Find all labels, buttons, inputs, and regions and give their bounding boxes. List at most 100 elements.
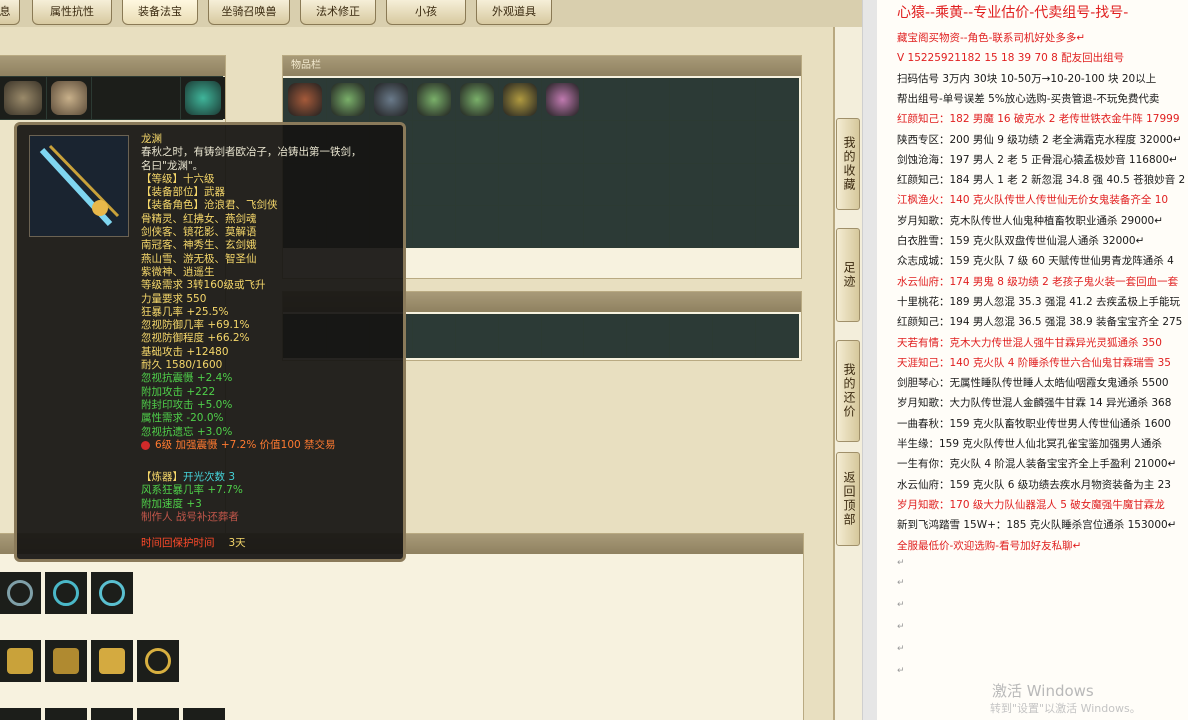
- accessory-slot[interactable]: [137, 640, 179, 682]
- my-bargain-button[interactable]: 我的还价: [836, 340, 860, 442]
- inventory-slot[interactable]: [670, 163, 713, 205]
- storage-slot[interactable]: [627, 315, 670, 357]
- accessory-slot[interactable]: [91, 640, 133, 682]
- accessory-slot[interactable]: [137, 708, 179, 720]
- inventory-slot[interactable]: [713, 121, 756, 163]
- equip-slot[interactable]: [181, 77, 225, 119]
- doc-line: 水云仙府：174 男鬼 8 级功绩 2 老孩子鬼火装一套回血一套: [897, 275, 1179, 288]
- storage-slot[interactable]: [498, 315, 541, 357]
- tab-spells[interactable]: 法术修正: [300, 0, 376, 25]
- equip-slot[interactable]: [0, 77, 46, 119]
- accessory-slot[interactable]: [0, 640, 41, 682]
- footprint-button[interactable]: 足迹: [836, 228, 860, 322]
- tab-bar: 息 属性抗性 装备法宝 坐骑召唤兽 法术修正 小孩 外观道具: [0, 0, 862, 27]
- inventory-slot[interactable]: [412, 163, 455, 205]
- doc-line: 水云仙府：159 克火队 6 级功绩去疾水月物资装备为主 23: [897, 478, 1171, 491]
- inventory-slot[interactable]: [498, 79, 541, 121]
- item-roles: 燕山雪、游无极、智圣仙: [141, 252, 257, 265]
- tab-mounts[interactable]: 坐骑召唤兽: [208, 0, 290, 25]
- inventory-slot[interactable]: [412, 79, 455, 121]
- inventory-slot[interactable]: [584, 121, 627, 163]
- accessory-slot[interactable]: [45, 572, 87, 614]
- inventory-slot[interactable]: [498, 205, 541, 247]
- inventory-slot[interactable]: [455, 205, 498, 247]
- storage-slot[interactable]: [541, 315, 584, 357]
- inventory-slot[interactable]: [756, 163, 798, 205]
- game-window: 息 属性抗性 装备法宝 坐骑召唤兽 法术修正 小孩 外观道具 物品栏 龙渊 春秋…: [0, 0, 862, 720]
- inventory-slot[interactable]: [627, 205, 670, 247]
- doc-line: 岁月知歌：170 级大力队仙器混人 5 破女魔强牛魔甘霖龙: [897, 498, 1165, 511]
- inventory-slot[interactable]: [627, 79, 670, 121]
- inventory-slot[interactable]: [498, 163, 541, 205]
- inventory-slot[interactable]: [756, 121, 798, 163]
- inventory-slot[interactable]: [627, 121, 670, 163]
- tab-equipment[interactable]: 装备法宝: [122, 0, 198, 25]
- inventory-slot[interactable]: [584, 79, 627, 121]
- item-icon: [288, 83, 322, 117]
- doc-line: 新到飞鸿踏雪 15W+：185 克火队睡杀宫位通杀 153000↵: [897, 519, 1177, 532]
- inventory-slot[interactable]: [756, 79, 798, 121]
- storage-slot[interactable]: [412, 315, 455, 357]
- item-stat: 附封印攻击 +5.0%: [141, 398, 233, 411]
- inventory-slot[interactable]: [713, 79, 756, 121]
- inventory-slot[interactable]: [498, 121, 541, 163]
- activation-watermark-sub: 转到"设置"以激活 Windows。: [990, 702, 1141, 715]
- inventory-slot[interactable]: [584, 205, 627, 247]
- item-roles: 【装备角色】沧浪君、飞剑侠: [141, 199, 278, 212]
- accessory-slot[interactable]: [0, 708, 41, 720]
- inventory-slot[interactable]: [670, 205, 713, 247]
- tab-appearance[interactable]: 外观道具: [476, 0, 552, 25]
- inventory-slot[interactable]: [455, 163, 498, 205]
- item-str-req: 力量要求 550: [141, 292, 207, 305]
- back-to-top-button[interactable]: 返回顶部: [836, 452, 860, 546]
- doc-line: 白衣胜雪：159 克火队双盘传世仙混人通杀 32000↵: [897, 235, 1145, 247]
- empty-paragraph: ↵: [897, 600, 905, 610]
- my-favorites-button[interactable]: 我的收藏: [836, 118, 860, 210]
- refine-count: 开光次数 3: [183, 471, 236, 483]
- inventory-slot[interactable]: [584, 163, 627, 205]
- doc-line: 帮出组号-单号误差 5%放心选购-买贵管退-不玩免费代卖: [897, 92, 1160, 105]
- accessory-slot[interactable]: [45, 640, 87, 682]
- inventory-slot[interactable]: [670, 121, 713, 163]
- doc-title: 心猿--乘黄--专业估价-代卖组号-找号-: [897, 5, 1129, 21]
- inventory-slot[interactable]: [541, 163, 584, 205]
- inventory-slot[interactable]: [627, 163, 670, 205]
- doc-line: 剑胆琴心：无属性睡队传世睡人太皓仙咽霞女鬼通杀 5500: [897, 377, 1169, 390]
- storage-slot[interactable]: [756, 315, 798, 357]
- tab-info[interactable]: 息: [0, 0, 20, 25]
- item-stat: 狂暴几率 +25.5%: [141, 305, 229, 318]
- inventory-slot[interactable]: [713, 163, 756, 205]
- inventory-slot[interactable]: [670, 79, 713, 121]
- inventory-slot[interactable]: [412, 205, 455, 247]
- inventory-slot[interactable]: [756, 205, 798, 247]
- inventory-slot[interactable]: [326, 79, 369, 121]
- doc-line: 剑蚀沧海：197 男人 2 老 5 正骨混心猿孟极妙音 116800↵: [897, 153, 1178, 166]
- refine-stat: 风系狂暴几率 +7.7%: [141, 484, 243, 497]
- accessory-slot[interactable]: [45, 708, 87, 720]
- storage-slot[interactable]: [584, 315, 627, 357]
- inventory-slot[interactable]: [284, 79, 326, 121]
- inventory-slot[interactable]: [541, 205, 584, 247]
- tab-children[interactable]: 小孩: [386, 0, 466, 25]
- equip-slot[interactable]: [47, 77, 91, 119]
- storage-slot[interactable]: [713, 315, 756, 357]
- inventory-slot[interactable]: [541, 79, 584, 121]
- inventory-slot[interactable]: [713, 205, 756, 247]
- item-stat: 基础攻击 +12480: [141, 345, 229, 358]
- inventory-slot[interactable]: [369, 79, 412, 121]
- inventory-slot[interactable]: [455, 121, 498, 163]
- tooltip-text: 龙渊 春秋之时，有铸剑者欧冶子，冶铸出第一铁剑， 名曰"龙渊"。 【等级】十六级…: [141, 133, 399, 452]
- vertical-scrollbar[interactable]: [862, 0, 877, 720]
- inventory-slot[interactable]: [412, 121, 455, 163]
- accessory-slot[interactable]: [0, 572, 41, 614]
- storage-slot[interactable]: [455, 315, 498, 357]
- accessory-slot[interactable]: [183, 708, 225, 720]
- storage-slot[interactable]: [670, 315, 713, 357]
- accessory-slot[interactable]: [91, 572, 133, 614]
- item-icon: [502, 83, 537, 117]
- inventory-slot[interactable]: [455, 79, 498, 121]
- tab-attributes[interactable]: 属性抗性: [32, 0, 112, 25]
- inventory-slot[interactable]: [541, 121, 584, 163]
- accessory-slot[interactable]: [91, 708, 133, 720]
- equip-slot[interactable]: [92, 77, 180, 119]
